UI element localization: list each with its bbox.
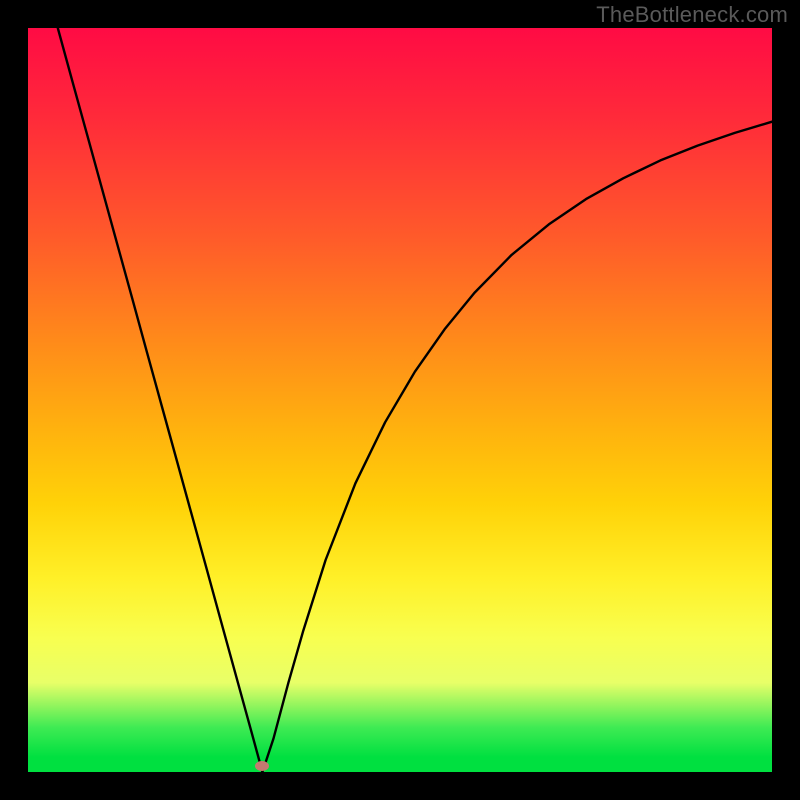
plot-area: [28, 28, 772, 772]
bottleneck-curve-path: [58, 28, 772, 772]
watermark-text: TheBottleneck.com: [596, 2, 788, 28]
chart-container: TheBottleneck.com: [0, 0, 800, 800]
curve-svg: [28, 28, 772, 772]
optimum-marker: [255, 761, 269, 771]
